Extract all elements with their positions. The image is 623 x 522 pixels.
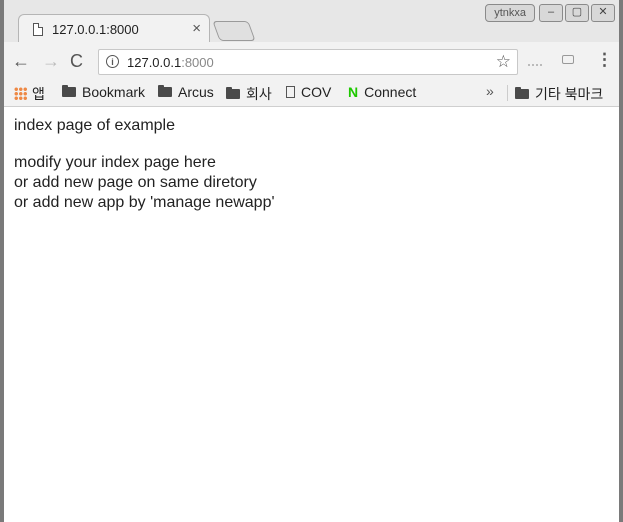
minimize-button[interactable]: –	[539, 4, 563, 22]
new-tab-button[interactable]	[212, 21, 256, 41]
bookmark-folder-other[interactable]: 기타 북마크	[515, 84, 603, 104]
browser-window: 127.0.0.1:8000 × ytnkxa – ▢ ✕ ← → C i 12…	[0, 0, 623, 522]
tab-title: 127.0.0.1:8000	[52, 22, 139, 37]
profile-badge[interactable]: ytnkxa	[485, 4, 535, 22]
naver-n-icon: N	[348, 84, 359, 100]
browser-toolbar: ← → C i 127.0.0.1:8000 ☆ ⋮	[4, 42, 619, 80]
menu-icon[interactable]: ⋮	[596, 50, 613, 70]
bookmark-apps-label: 앱	[32, 86, 45, 102]
extension-icon[interactable]	[528, 58, 542, 66]
folder-icon	[226, 87, 240, 99]
url-text[interactable]: 127.0.0.1:8000	[127, 55, 214, 70]
bookmark-label: Connect	[364, 84, 417, 100]
bookmark-folder-company[interactable]: 회사	[226, 84, 272, 104]
folder-icon	[62, 85, 76, 97]
page-heading: index page of example	[14, 117, 175, 134]
folder-icon	[515, 87, 529, 99]
bookmark-folder-bookmark[interactable]: Bookmark	[62, 84, 145, 100]
bookmark-apps[interactable]: 앱	[14, 84, 45, 104]
page-icon	[286, 86, 295, 98]
tab-close-icon[interactable]: ×	[192, 20, 201, 37]
bookmark-label: Arcus	[178, 84, 214, 100]
close-window-button[interactable]: ✕	[591, 4, 615, 22]
bookmark-folder-arcus[interactable]: Arcus	[158, 84, 214, 100]
url-port: :8000	[181, 55, 214, 70]
maximize-button[interactable]: ▢	[565, 4, 589, 22]
back-arrow-icon[interactable]: ←	[12, 50, 30, 72]
bookmark-label: 회사	[246, 86, 272, 102]
bookmarks-overflow-icon[interactable]: »	[486, 83, 494, 99]
reload-icon[interactable]: C	[70, 50, 83, 72]
folder-icon	[158, 85, 172, 97]
page-text: or add new app by 'manage newapp'	[14, 194, 275, 211]
bookmark-label: Bookmark	[82, 84, 146, 100]
cast-icon[interactable]	[562, 55, 574, 64]
info-icon[interactable]: i	[106, 55, 119, 68]
tab-strip: 127.0.0.1:8000 × ytnkxa – ▢ ✕	[4, 0, 619, 44]
bookmark-label: 기타 북마크	[535, 86, 604, 102]
page-content: index page of example modify your index …	[4, 107, 619, 222]
bookmark-star-icon[interactable]: ☆	[496, 52, 511, 72]
tab-active[interactable]: 127.0.0.1:8000 ×	[18, 14, 210, 44]
bookmark-cov[interactable]: COV	[286, 84, 331, 100]
page-text: or add new page on same diretory	[14, 174, 257, 191]
page-icon	[33, 23, 43, 36]
address-bar[interactable]: i 127.0.0.1:8000 ☆	[98, 49, 518, 75]
url-host: 127.0.0.1	[127, 55, 182, 70]
bookmarks-bar: 앱 Bookmark Arcus 회사 COV N Connect » 기타 북마…	[4, 80, 619, 107]
page-text: modify your index page here	[14, 154, 216, 171]
forward-arrow-icon[interactable]: →	[42, 50, 60, 72]
apps-grid-icon	[14, 87, 27, 100]
bookmark-connect[interactable]: N Connect	[348, 84, 416, 100]
bookmark-label: COV	[301, 84, 332, 100]
divider	[507, 85, 508, 101]
